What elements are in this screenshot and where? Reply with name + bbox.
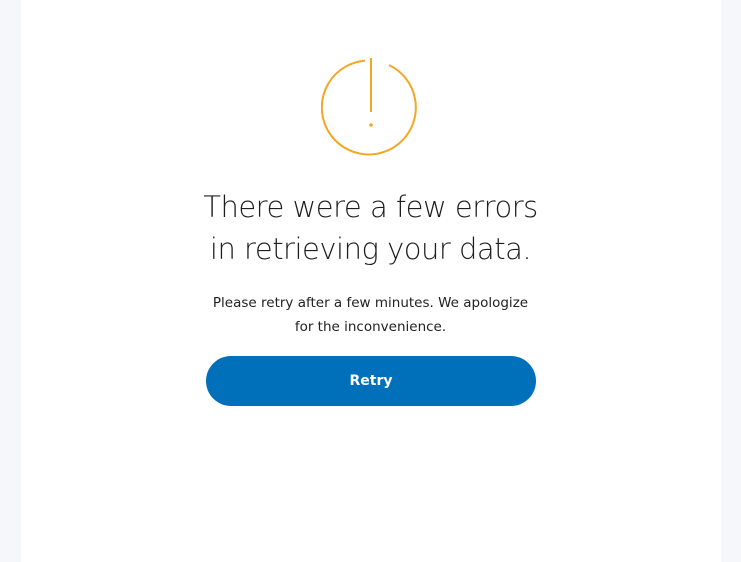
alert-circle-icon bbox=[321, 58, 421, 156]
retry-button[interactable]: Retry bbox=[206, 356, 536, 406]
error-message: Please retry after a few minutes. We apo… bbox=[0, 291, 741, 339]
page-backdrop: There were a few errors in retrieving yo… bbox=[0, 0, 741, 562]
error-heading-line-2: in retrieving your data. bbox=[209, 232, 532, 266]
error-heading: There were a few errors in retrieving yo… bbox=[0, 186, 741, 270]
error-message-line-2: for the inconvenience. bbox=[294, 319, 447, 335]
error-heading-line-1: There were a few errors bbox=[203, 190, 538, 224]
error-message-line-1: Please retry after a few minutes. We apo… bbox=[212, 295, 529, 311]
